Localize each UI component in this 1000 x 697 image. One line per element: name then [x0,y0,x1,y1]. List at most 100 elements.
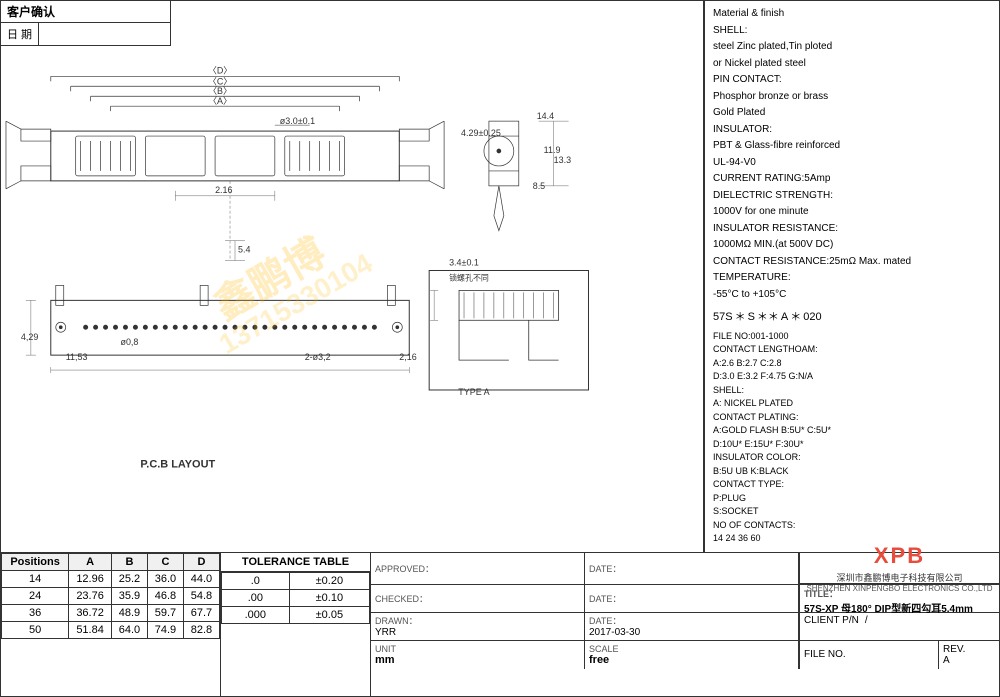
part-number-row: 57S ＊ S ＊＊ A ＊ 020 [713,310,991,326]
approved-cell: APPROVED： [371,553,585,584]
checked-cell: CHECKED： [371,585,585,612]
svg-text:5.4: 5.4 [238,245,250,255]
pn-a: A [781,310,788,326]
table-row: 5051.8464.074.982.8 [2,621,220,638]
svg-text:4,29: 4,29 [21,332,38,342]
approved-date-cell: DATE： [585,553,799,584]
svg-text:11,53: 11,53 [66,352,88,362]
col-c: C [147,553,183,570]
shell-value: steel Zinc plated,Tin ploted [713,40,991,55]
scale-label: SCALE [589,644,794,654]
svg-text:2.16: 2.16 [215,185,232,195]
technical-drawing: 〈D〉 〈C〉 〈B〉 〈A〉 ø3.0±0.1 4.29±0.25 14.4 … [1,1,703,552]
svg-text:11.9: 11.9 [544,145,561,155]
table-row: .0±0.20 [222,572,370,589]
rev-value: A [943,655,995,666]
table-row: 1412.9625.236.044.0 [2,570,220,587]
drawn-cell: DRAWN： YRR [371,613,585,640]
pn-star3: ＊ [790,310,801,326]
insulator-color-value: B:5U UB K:BLACK [713,465,991,479]
pn-57s: 57S [713,310,733,326]
pn-star1: ＊ [735,310,746,326]
svg-text:〈A〉: 〈A〉 [208,96,232,106]
svg-text:TYPE A: TYPE A [458,387,489,397]
dielectric-label: DIELECTRIC STRENGTH: [713,189,991,204]
plated-value: Gold Plated [713,106,991,121]
svg-text:3.4±0.1: 3.4±0.1 [449,258,479,268]
rev-label: REV. [943,644,995,655]
contact-type-p: P:PLUG [713,492,991,506]
col-d: D [183,553,219,570]
scale-cell: SCALE free [585,641,799,669]
svg-text:ø0,8: ø0,8 [120,337,138,347]
svg-text:〈C〉: 〈C〉 [208,76,232,86]
contact-lengths: A:2.6 B:2.7 C:2.8 [713,357,991,371]
rev-cell: REV. A [939,641,999,669]
contact-plating-label: CONTACT PLATING: [713,411,991,425]
svg-text:〈D〉: 〈D〉 [208,65,232,75]
contact-type-label: CONTACT TYPE: [713,478,991,492]
insulator-res-label: INSULATOR RESISTANCE: [713,222,991,237]
table-row: 3636.7248.959.767.7 [2,604,220,621]
file-no: FILE NO:001-1000 [713,330,991,344]
svg-text:2,16: 2,16 [399,352,416,362]
svg-text:8.5: 8.5 [533,181,545,191]
svg-text:14.4: 14.4 [537,111,554,121]
top-section: 客户确认 日 期 鑫鹏博 13715330104 [1,1,999,552]
unit-cell: UNIT mm [371,641,585,669]
contact-plating-b: D:10U* E:15U* F:30U* [713,438,991,452]
table-row: .00±0.10 [222,589,370,606]
insulator-value: PBT & Glass-fibre reinforced [713,139,991,154]
current-label: CURRENT RATING:5Amp [713,172,991,187]
client-pn-cell: CLIENT P/N / [799,613,999,640]
svg-text:4.29±0.25: 4.29±0.25 [461,128,501,138]
dielectric-value: 1000V for one minute [713,205,991,220]
svg-text:P.C.B LAYOUT: P.C.B LAYOUT [140,459,215,471]
contact-lengths2: D:3.0 E:3.2 F:4.75 G:N/A [713,370,991,384]
svg-text:ø3.0±0.1: ø3.0±0.1 [280,116,315,126]
shell-value2: or Nickel plated steel [713,57,991,72]
tolerance-table-title: TOLERANCE TABLE [221,553,370,572]
positions-table-wrap: Positions A B C D 1412.9625.236.044.0242… [1,553,221,696]
contact-type-s: S:SOCKET [713,505,991,519]
date-label: DATE： [589,562,794,575]
temperature-value: -55°C to +105°C [713,288,991,303]
unit-label: UNIT [375,644,580,654]
table-row: .000±0.05 [222,606,370,623]
no-contacts-label: NO OF CONTACTS: [713,519,991,533]
contact-length-label: CONTACT LENGTHOAM: [713,343,991,357]
file-no-cell: FILE NO. [800,641,939,669]
col-positions: Positions [2,553,69,570]
svg-text:〈B〉: 〈B〉 [208,86,232,96]
svg-text:锁螺孔不同: 锁螺孔不同 [449,272,489,282]
approved-label: APPROVED： [375,562,580,575]
pn-suffix: 020 [803,310,821,326]
file-rev-cell: FILE NO. REV. A [799,641,999,669]
pin-contact-value: Phosphor bronze or brass [713,90,991,105]
bottom-section: Positions A B C D 1412.9625.236.044.0242… [1,552,999,696]
checked-label: CHECKED： [375,592,580,605]
contact-res-label: CONTACT RESISTANCE:25mΩ Max. mated [713,255,991,270]
svg-text:2-ø3,2: 2-ø3,2 [305,352,331,362]
company-block: XPB 深圳市鑫鹏博电子科技有限公司 SHENZHEN XINPENGBO EL… [799,553,999,584]
pn-s: S [748,310,755,326]
positions-table: Positions A B C D 1412.9625.236.044.0242… [1,553,220,639]
pn-star2: ＊＊ [757,310,779,326]
bottom-info-row: UNIT mm SCALE free FILE NO. REV. A [371,641,999,669]
drawn-date-label: DATE： [589,614,794,627]
checked-row: CHECKED： DATE： TITLE： 57S-XP 母180° DIP型新… [371,585,999,613]
tolerance-table: .0±0.20.00±0.10.000±0.05 [221,572,370,624]
date-label2: DATE： [589,592,794,605]
temperature-label: TEMPERATURE: [713,271,991,286]
insulator-label: INSULATOR: [713,123,991,138]
svg-text:13.3: 13.3 [554,155,571,165]
table-row: 2423.7635.946.854.8 [2,587,220,604]
insulator-color-label: INSULATOR COLOR: [713,451,991,465]
col-b: B [111,553,147,570]
shell-pn-value: A: NICKEL PLATED [713,397,991,411]
client-pn-label: CLIENT P/N [804,615,859,638]
drawing-area: 客户确认 日 期 鑫鹏博 13715330104 [1,1,704,552]
file-no-label: FILE NO. [804,649,934,660]
ul-value: UL-94-V0 [713,156,991,171]
drawn-date: 2017-03-30 [589,627,794,638]
